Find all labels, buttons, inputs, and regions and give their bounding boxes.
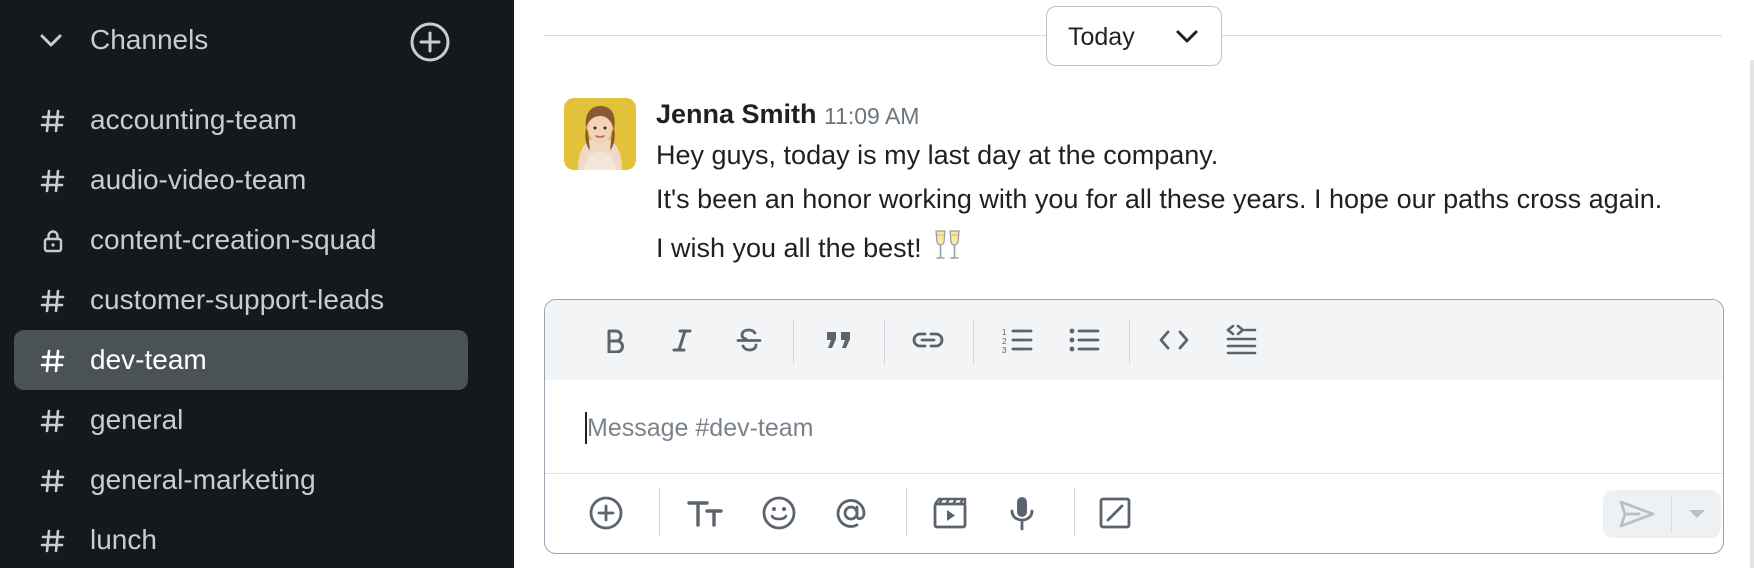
emoji-button[interactable] — [758, 492, 800, 534]
strikethrough-button[interactable] — [729, 320, 769, 360]
sidebar-item-label: customer-support-leads — [90, 284, 385, 315]
code-button[interactable] — [1154, 320, 1194, 360]
sidebar-item-accounting-team[interactable]: accounting-team — [14, 90, 468, 150]
toolbar-divider — [659, 488, 660, 536]
ordered-list-icon: 123 — [1002, 328, 1033, 354]
toolbar-divider — [1129, 320, 1130, 364]
toolbar-divider — [973, 320, 974, 364]
sidebar-item-label: dev-team — [90, 344, 207, 375]
video-icon — [933, 497, 967, 529]
svg-text:1: 1 — [1002, 328, 1007, 337]
send-icon — [1619, 500, 1655, 528]
quote-button[interactable] — [819, 320, 859, 360]
svg-text:3: 3 — [1002, 346, 1007, 354]
italic-button[interactable] — [662, 320, 702, 360]
date-divider-button[interactable]: Today — [1046, 6, 1222, 66]
hash-icon — [40, 469, 65, 493]
text-format-icon — [687, 501, 723, 527]
send-button-group — [1603, 490, 1721, 538]
chevron-down-icon — [1176, 30, 1198, 43]
channels-section-title: Channels — [90, 24, 209, 55]
lock-icon — [43, 230, 63, 253]
code-block-button[interactable] — [1221, 320, 1261, 360]
send-options-button[interactable] — [1673, 490, 1721, 538]
date-divider-label: Today — [1068, 23, 1135, 51]
hash-icon — [40, 289, 65, 313]
message-composer: 123 — [544, 299, 1724, 554]
microphone-icon — [1010, 497, 1034, 531]
add-channel-icon[interactable] — [408, 20, 452, 64]
hash-icon — [40, 169, 65, 193]
message-text: I wish you all the best! — [656, 233, 922, 263]
mention-icon — [836, 499, 866, 528]
link-icon — [912, 332, 944, 348]
channels-section-header[interactable]: Channels — [0, 0, 514, 80]
sidebar-item-lunch[interactable]: lunch — [14, 510, 468, 568]
video-button[interactable] — [929, 492, 971, 534]
sidebar-item-label: accounting-team — [90, 104, 298, 135]
slash-command-button[interactable] — [1094, 492, 1136, 534]
sidebar-item-label: content-creation-squad — [90, 224, 377, 255]
message-text-line-with-emoji: I wish you all the best! — [656, 227, 966, 265]
sidebar-item-label: audio-video-team — [90, 164, 307, 195]
code-icon — [1159, 330, 1189, 350]
ordered-list-button[interactable]: 123 — [997, 320, 1037, 360]
hash-icon — [40, 349, 65, 373]
slash-command-icon — [1099, 497, 1131, 529]
chevron-down-icon[interactable] — [38, 28, 64, 54]
strikethrough-icon — [736, 328, 762, 352]
text-format-button[interactable] — [685, 492, 727, 534]
scrollbar[interactable] — [1750, 60, 1754, 568]
code-block-icon — [1226, 324, 1257, 355]
user-avatar-image — [564, 98, 636, 170]
message-timestamp[interactable]: 11:09 AM — [824, 102, 919, 130]
sidebar-item-label: general-marketing — [90, 464, 316, 495]
send-button[interactable] — [1603, 490, 1671, 538]
link-button[interactable] — [908, 320, 948, 360]
sidebar: Channels accounting-team audio-video-tea… — [0, 0, 514, 568]
sidebar-item-audio-video-team[interactable]: audio-video-team — [14, 150, 468, 210]
hash-icon — [40, 109, 65, 133]
bold-button[interactable] — [595, 320, 635, 360]
caret-down-icon — [1689, 510, 1705, 518]
toolbar-divider — [906, 488, 907, 536]
toolbar-divider — [1074, 488, 1075, 536]
send-divider — [1671, 496, 1672, 532]
channel-view: Today Jenna Smith 11:09 AM Hey guys, tod — [514, 0, 1754, 568]
message-author[interactable]: Jenna Smith — [656, 97, 817, 131]
sidebar-item-dev-team[interactable]: dev-team — [14, 330, 468, 390]
bulleted-list-button[interactable] — [1064, 320, 1104, 360]
sidebar-item-label: lunch — [90, 524, 157, 555]
message-input[interactable] — [587, 408, 1587, 448]
clinking-glasses-icon — [934, 230, 960, 259]
italic-icon — [672, 329, 692, 352]
voice-message-button[interactable] — [1001, 492, 1043, 534]
attach-button[interactable] — [585, 492, 627, 534]
sidebar-item-customer-support-leads[interactable]: customer-support-leads — [14, 270, 468, 330]
app-window: Channels accounting-team audio-video-tea… — [0, 0, 1754, 568]
message-text-line: Hey guys, today is my last day at the co… — [656, 140, 1219, 170]
mention-button[interactable] — [830, 492, 872, 534]
sidebar-item-general-marketing[interactable]: general-marketing — [14, 450, 468, 510]
avatar[interactable] — [564, 98, 636, 170]
hash-icon — [40, 409, 65, 433]
toolbar-divider — [884, 320, 885, 364]
hash-icon — [40, 529, 65, 553]
svg-text:2: 2 — [1002, 337, 1007, 346]
sidebar-item-label: general — [90, 404, 184, 435]
quote-icon — [827, 332, 850, 348]
sidebar-item-content-creation-squad[interactable]: content-creation-squad — [14, 210, 468, 270]
add-icon — [589, 496, 623, 530]
bold-icon — [607, 329, 624, 353]
bulleted-list-icon — [1069, 328, 1100, 352]
composer-actions-bar — [545, 474, 1723, 553]
message-input-area[interactable] — [545, 380, 1723, 474]
sidebar-item-general[interactable]: general — [14, 390, 468, 450]
message-text-line: It's been an honor working with you for … — [656, 184, 1663, 214]
emoji-icon — [762, 496, 796, 530]
toolbar-divider — [793, 320, 794, 364]
formatting-toolbar: 123 — [545, 300, 1723, 380]
